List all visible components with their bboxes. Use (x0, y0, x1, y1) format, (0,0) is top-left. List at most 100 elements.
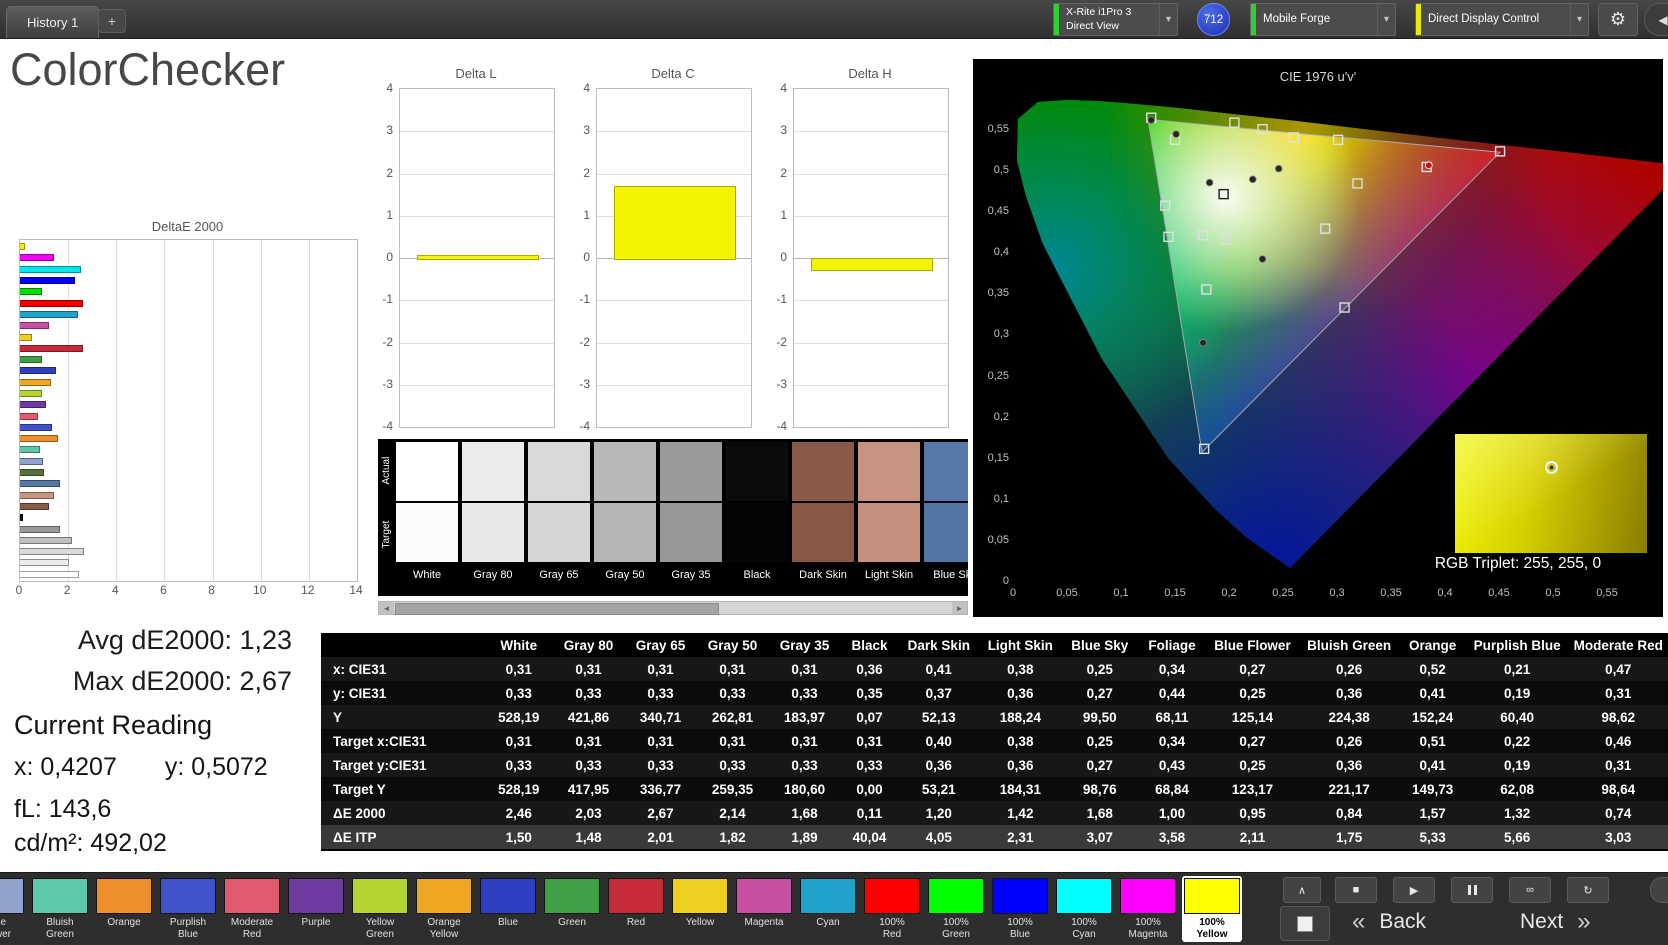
gridline (597, 173, 751, 175)
swatch-scrollbar[interactable]: ◄ ► (378, 601, 968, 615)
patch-button-100-cyan[interactable]: 100% Cyan (1054, 876, 1114, 942)
table-cell: 0,40 (925, 733, 952, 749)
scroll-right-button[interactable]: ► (952, 602, 967, 614)
patch-button-red[interactable]: Red (606, 876, 666, 942)
table-cell: 0,52 (1419, 661, 1446, 677)
axis-tick-label: -2 (579, 334, 590, 349)
patch-button-orange-yellow[interactable]: Orange Yellow (414, 876, 474, 942)
expand-up-button[interactable]: ∧ (1283, 877, 1321, 903)
table-cell: 0,34 (1158, 661, 1186, 677)
column-header-gray-35: Gray 35 (768, 633, 841, 657)
axis-tick-label: 0,1 (993, 492, 1009, 505)
deltae-bar-100-cyan (20, 265, 82, 273)
axis-tick-label: 0 (1009, 587, 1017, 599)
table-cell: 2,14 (719, 805, 746, 821)
patch-button-100-green[interactable]: 100% Green (926, 876, 986, 942)
chevron-up-icon: ∧ (1297, 884, 1307, 897)
table-cell: 528,19 (498, 781, 540, 797)
scroll-left-button[interactable]: ◄ (379, 602, 394, 614)
patch-button-orange[interactable]: Orange (94, 876, 154, 942)
patch-button-purplish-blue[interactable]: Purplish Blue (158, 876, 218, 942)
swatch-label: White (412, 569, 442, 581)
continuous-read-button[interactable]: ∞ (1509, 877, 1551, 903)
swatch-gray-80: Gray 80 (461, 441, 525, 596)
collapse-panel-button[interactable]: ◀ (1644, 3, 1668, 36)
patch-button-purple[interactable]: Purple (286, 876, 346, 942)
deltae-bar-gray-35 (20, 525, 61, 533)
loop-button[interactable]: ↻ (1567, 877, 1609, 903)
patch-button-blue-flower[interactable]: Blue Flower (0, 876, 26, 942)
overflow-button[interactable] (1650, 877, 1668, 903)
stop-button[interactable]: ■ (1335, 877, 1377, 903)
axis-tick-label: -1 (382, 292, 393, 307)
patch-button-yellow-green[interactable]: Yellow Green (350, 876, 410, 942)
meter-source-dropdown[interactable]: Mobile Forge ▾ (1250, 3, 1396, 36)
table-corner (321, 633, 485, 657)
next-button[interactable]: Next » (1520, 905, 1591, 939)
meter-device-dropdown[interactable]: X-Rite i1Pro 3 Direct View ▾ (1053, 3, 1178, 36)
patch-color (864, 878, 920, 914)
axis-tick-label: -3 (382, 376, 393, 391)
patch-button-100-red[interactable]: 100% Red (862, 876, 922, 942)
back-button[interactable]: « Back (1352, 905, 1426, 939)
patch-button-blue[interactable]: Blue (478, 876, 538, 942)
patch-button-bluish-green[interactable]: Bluish Green (30, 876, 90, 942)
patch-label: Blue Flower (0, 917, 11, 940)
scrollbar-thumb[interactable] (395, 603, 719, 615)
patch-button-cyan[interactable]: Cyan (798, 876, 858, 942)
patch-button-moderate-red[interactable]: Moderate Red (222, 876, 282, 942)
patch-color (96, 878, 152, 914)
add-tab-button[interactable]: + (98, 9, 126, 33)
page-title: ColorChecker (10, 44, 286, 95)
measured-marker (1199, 339, 1207, 347)
column-header-blue-sky: Blue Sky (1061, 633, 1138, 657)
column-header-white: White (484, 633, 553, 657)
deltae-bar-orange-yellow (20, 378, 52, 386)
patch-button-100-blue[interactable]: 100% Blue (990, 876, 1050, 942)
patch-label: Red (626, 917, 646, 928)
table-cell: 98,76 (1082, 781, 1117, 797)
axis-tick-label: -2 (776, 334, 787, 349)
chevron-down-icon: ▾ (1377, 4, 1395, 35)
patch-button-magenta[interactable]: Magenta (734, 876, 794, 942)
patch-button-100-yellow[interactable]: 100% Yellow (1182, 876, 1242, 942)
patch-window-button[interactable] (1280, 906, 1330, 941)
table-cell: 0,33 (575, 757, 602, 773)
axis-tick-label: -1 (579, 292, 590, 307)
table-cell: 1,68 (1086, 805, 1113, 821)
table-row: Target y:CIE31 0,33 0,33 0,33 0,33 0,33 0,33 0,… (321, 753, 1668, 777)
table-cell: 0,25 (1086, 733, 1113, 749)
axis-tick-label: -4 (579, 419, 590, 433)
patch-button-green[interactable]: Green (542, 876, 602, 942)
axis-tick-label: 8 (208, 583, 215, 597)
deltae-bar-light-skin (20, 491, 55, 499)
table-cell: 259,35 (711, 781, 754, 797)
row-label: ΔE ITP (333, 829, 377, 845)
patch-label: Magenta (744, 917, 784, 928)
rgb-triplet-label: RGB Triplet: 255, 255, 0 (1434, 555, 1602, 572)
patch-button-yellow[interactable]: Yellow (670, 876, 730, 942)
pause-button[interactable] (1451, 877, 1493, 903)
row-label: Target x:CIE31 (333, 733, 427, 749)
meter-control-dropdown[interactable]: Direct Display Control ▾ (1415, 3, 1589, 36)
table-cell: 0,25 (1239, 757, 1266, 773)
delta-h-plot (793, 88, 949, 428)
patch-button-100-magenta[interactable]: 100% Magenta (1118, 876, 1178, 942)
table-cell: 0,41 (1419, 685, 1446, 701)
axis-tick-label: 0 (583, 250, 590, 264)
table-cell: 5,33 (1419, 829, 1446, 845)
gridline (794, 300, 948, 302)
settings-button[interactable]: ⚙ (1598, 3, 1638, 36)
table-cell: 0,22 (1504, 733, 1531, 749)
deltae-bars (20, 240, 357, 581)
table-row: x: CIE31 0,31 0,31 0,31 0,31 0,31 0,36 0,41 0,38… (321, 657, 1668, 681)
patch-color (0, 878, 24, 914)
tab-history-1[interactable]: History 1 (6, 6, 100, 38)
swatch-actual (461, 441, 525, 502)
next-label: Next (1520, 910, 1564, 933)
play-button[interactable]: ▶ (1393, 877, 1435, 903)
axis-tick-label: 3 (386, 123, 393, 138)
patch-label: 100% Green (942, 917, 970, 940)
axis-tick-label: 14 (349, 583, 363, 597)
table-cell: 0,31 (719, 733, 746, 749)
